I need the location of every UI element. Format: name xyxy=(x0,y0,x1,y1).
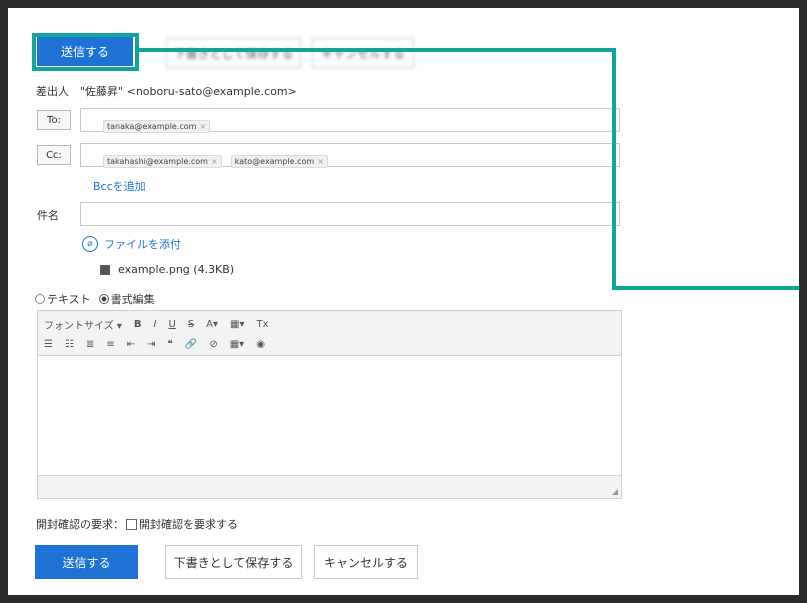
editor-statusbar: ◢ xyxy=(37,475,622,499)
radio-text-label: テキスト xyxy=(47,293,91,306)
link-button[interactable]: 🔗 xyxy=(185,339,197,350)
remove-chip-icon[interactable]: × xyxy=(199,122,206,131)
font-size-dropdown[interactable]: フォントサイズ ▾ xyxy=(44,317,122,332)
outdent-button[interactable]: ⇥ xyxy=(147,339,155,350)
bold-button[interactable]: B xyxy=(134,319,142,330)
attach-file-link[interactable]: ⌀ ファイルを添付 xyxy=(82,236,181,252)
sender-value: "佐藤昇" <noboru-sato@example.com> xyxy=(80,85,297,98)
remove-chip-icon[interactable]: × xyxy=(317,157,324,166)
clear-format-button[interactable]: Tx xyxy=(257,319,269,330)
cc-chip[interactable]: kato@example.com × xyxy=(230,155,328,168)
paperclip-icon: ⌀ xyxy=(82,236,98,252)
unordered-list-button[interactable]: ☷ xyxy=(65,339,74,350)
cancel-button-bottom[interactable]: キャンセルする xyxy=(314,545,418,579)
format-options: テキスト 書式編集 xyxy=(35,291,155,307)
cc-chip[interactable]: takahashi@example.com × xyxy=(103,155,222,168)
radio-rich[interactable] xyxy=(98,294,109,304)
italic-button[interactable]: I xyxy=(154,319,157,330)
highlight-connector-vertical xyxy=(612,48,616,290)
blockquote-button[interactable]: ❝ xyxy=(168,339,173,350)
attached-file: example.png (4.3KB) xyxy=(100,263,234,276)
to-field[interactable]: tanaka@example.com × xyxy=(80,108,620,133)
cc-field[interactable]: takahashi@example.com × kato@example.com × xyxy=(80,143,620,168)
subject-input[interactable] xyxy=(80,202,620,226)
text-color-button[interactable]: A▾ xyxy=(206,319,218,330)
align-right-button[interactable]: ⇤ xyxy=(127,339,135,350)
remove-chip-icon[interactable]: × xyxy=(211,157,218,166)
to-button[interactable]: To: xyxy=(37,110,71,130)
align-left-button[interactable]: ≣ xyxy=(86,339,94,350)
table-button[interactable]: ▦▾ xyxy=(230,339,244,350)
mail-compose-window: 送信する 下書きとして保存する キャンセルする 差出人 "佐藤昇" <nobor… xyxy=(8,8,799,595)
read-receipt-checkbox[interactable] xyxy=(126,518,137,530)
read-receipt-label: 開封確認の要求： xyxy=(36,518,124,531)
send-button-bottom[interactable]: 送信する xyxy=(35,545,138,579)
save-draft-button-bottom[interactable]: 下書きとして保存する xyxy=(165,545,302,579)
bg-color-button[interactable]: ▦▾ xyxy=(230,319,244,330)
align-center-button[interactable]: ≡ xyxy=(106,339,114,350)
highlight-box xyxy=(32,33,139,71)
attach-file-label: ファイルを添付 xyxy=(104,238,181,251)
subject-label: 件名 xyxy=(37,209,59,222)
underline-button[interactable]: U xyxy=(168,319,175,330)
editor-body[interactable] xyxy=(37,356,622,476)
radio-text[interactable] xyxy=(35,294,45,304)
cc-button[interactable]: Cc: xyxy=(37,145,71,165)
sender-label: 差出人 xyxy=(36,85,69,98)
resize-handle-icon[interactable]: ◢ xyxy=(612,487,618,496)
highlight-connector-horizontal-top xyxy=(139,48,616,52)
radio-rich-label: 書式編集 xyxy=(110,293,155,306)
read-receipt-checkbox-label: 開封確認を要求する xyxy=(139,518,238,531)
attached-file-name: example.png (4.3KB) xyxy=(118,263,235,276)
unlink-button[interactable]: ⊘ xyxy=(209,339,217,350)
read-receipt-row: 開封確認の要求： 開封確認を要求する xyxy=(36,516,238,532)
to-chip[interactable]: tanaka@example.com × xyxy=(103,120,211,133)
checkbox-checked-icon[interactable] xyxy=(100,264,110,275)
preview-button[interactable]: ◉ xyxy=(256,339,265,350)
highlight-connector-horizontal-bottom xyxy=(612,286,799,290)
save-draft-button-top[interactable]: 下書きとして保存する xyxy=(166,38,301,68)
ordered-list-button[interactable]: ☰ xyxy=(44,339,53,350)
strike-button[interactable]: S xyxy=(188,319,194,330)
add-bcc-link[interactable]: Bccを追加 xyxy=(93,178,146,194)
editor-toolbar: フォントサイズ ▾ B I U S A▾ ▦▾ Tx ☰ ☷ ≣ ≡ ⇤ ⇥ ❝… xyxy=(37,310,622,356)
cancel-button-top[interactable]: キャンセルする xyxy=(312,38,414,68)
